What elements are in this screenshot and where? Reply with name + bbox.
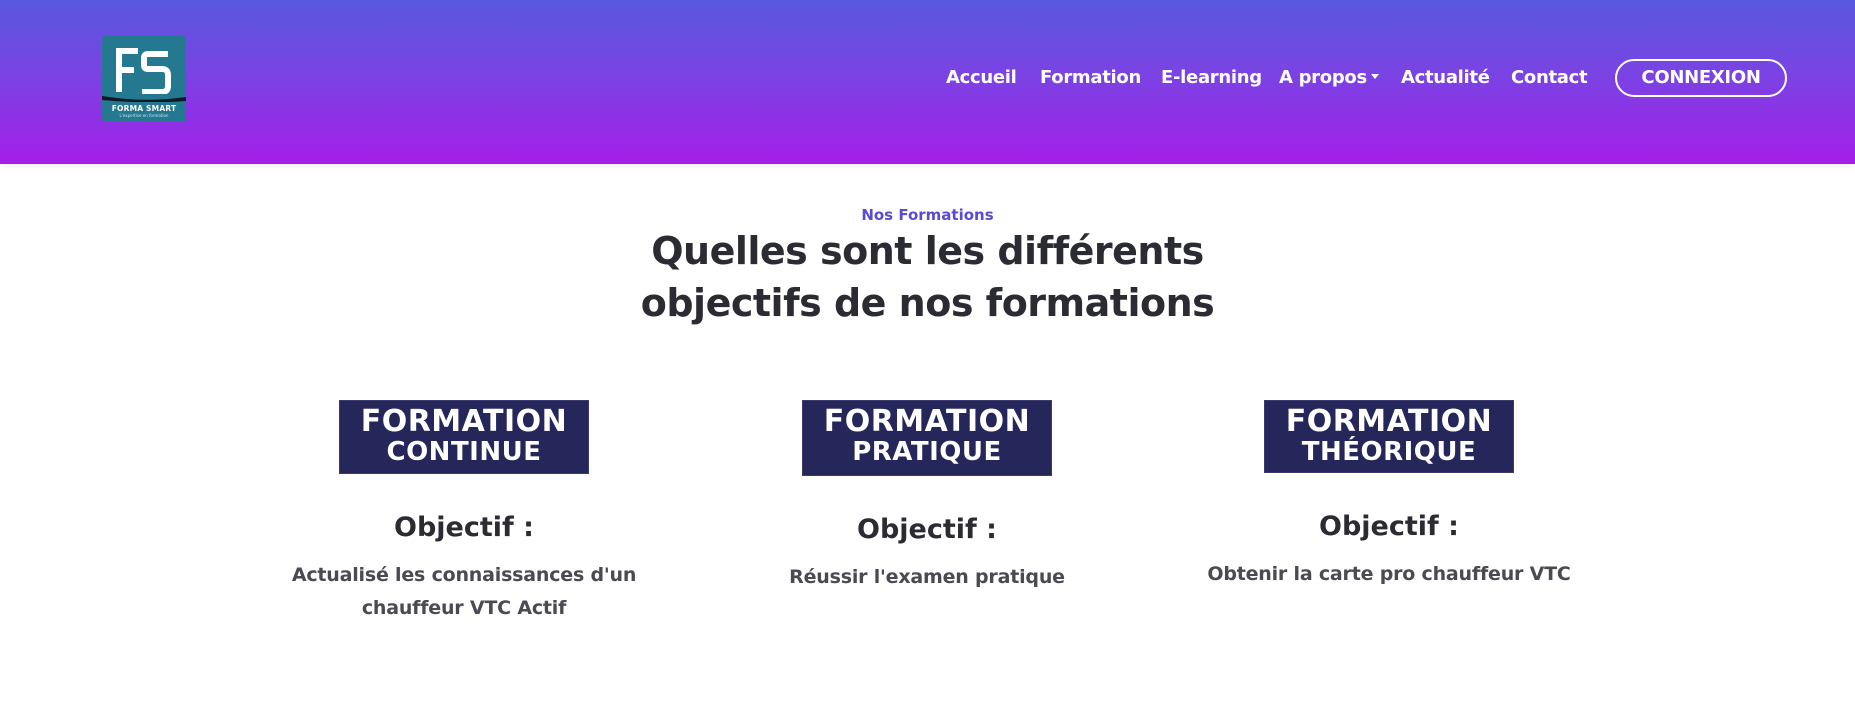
section-title-line1: Quelles sont les différents: [651, 229, 1204, 273]
logo-subtext: L'expertise en formation: [119, 113, 169, 118]
objective-text: Réussir l'examen pratique: [707, 561, 1147, 594]
formation-pratique-badge: FORMATION PRATIQUE: [802, 400, 1052, 476]
objective-text: Obtenir la carte pro chauffeur VTC: [1169, 558, 1609, 591]
nav-item-a-propos-label: A propos: [1279, 67, 1367, 88]
nav-item-a-propos[interactable]: A propos: [1279, 67, 1379, 88]
nav-item-actualite[interactable]: Actualité: [1401, 67, 1490, 88]
objective-text: Actualisé les connaissances d'un chauffe…: [244, 559, 684, 625]
site-header: FORMA SMART L'expertise en formation Acc…: [0, 0, 1855, 164]
connexion-button[interactable]: CONNEXION: [1615, 59, 1787, 97]
badge-line2: CONTINUE: [386, 437, 542, 467]
objective-line1: Réussir l'examen pratique: [789, 566, 1065, 588]
section-title-line2: objectifs de nos formations: [640, 281, 1215, 325]
nav-item-accueil[interactable]: Accueil: [946, 67, 1017, 88]
nav-item-formation[interactable]: Formation: [1040, 67, 1141, 88]
formation-theorique-badge: FORMATION THÉORIQUE: [1264, 400, 1514, 473]
chevron-down-icon: [1370, 74, 1379, 79]
badge-line1: FORMATION: [823, 404, 1031, 439]
section-eyebrow: Nos Formations: [861, 206, 994, 224]
nav-item-e-learning[interactable]: E-learning: [1161, 67, 1262, 88]
nav-item-contact[interactable]: Contact: [1511, 67, 1588, 88]
badge-line2: PRATIQUE: [852, 437, 1002, 467]
logo-text: FORMA SMART: [111, 104, 177, 113]
objective-title: Objectif :: [1319, 511, 1459, 542]
objective-line1: Obtenir la carte pro chauffeur VTC: [1207, 563, 1571, 585]
section-title: Quelles sont les différents objectifs de…: [0, 225, 1855, 329]
main-nav: Accueil Formation E-learning A propos Ac…: [0, 56, 1855, 100]
formation-continue-badge: FORMATION CONTINUE: [339, 400, 589, 474]
badge-line1: FORMATION: [360, 404, 568, 439]
objective-line1: Actualisé les connaissances d'un: [291, 564, 637, 586]
objective-title: Objectif :: [857, 514, 997, 545]
objective-title: Objectif :: [394, 512, 534, 543]
badge-line1: FORMATION: [1285, 404, 1493, 439]
objective-line2: chauffeur VTC Actif: [361, 597, 567, 619]
badge-line2: THÉORIQUE: [1301, 437, 1477, 467]
